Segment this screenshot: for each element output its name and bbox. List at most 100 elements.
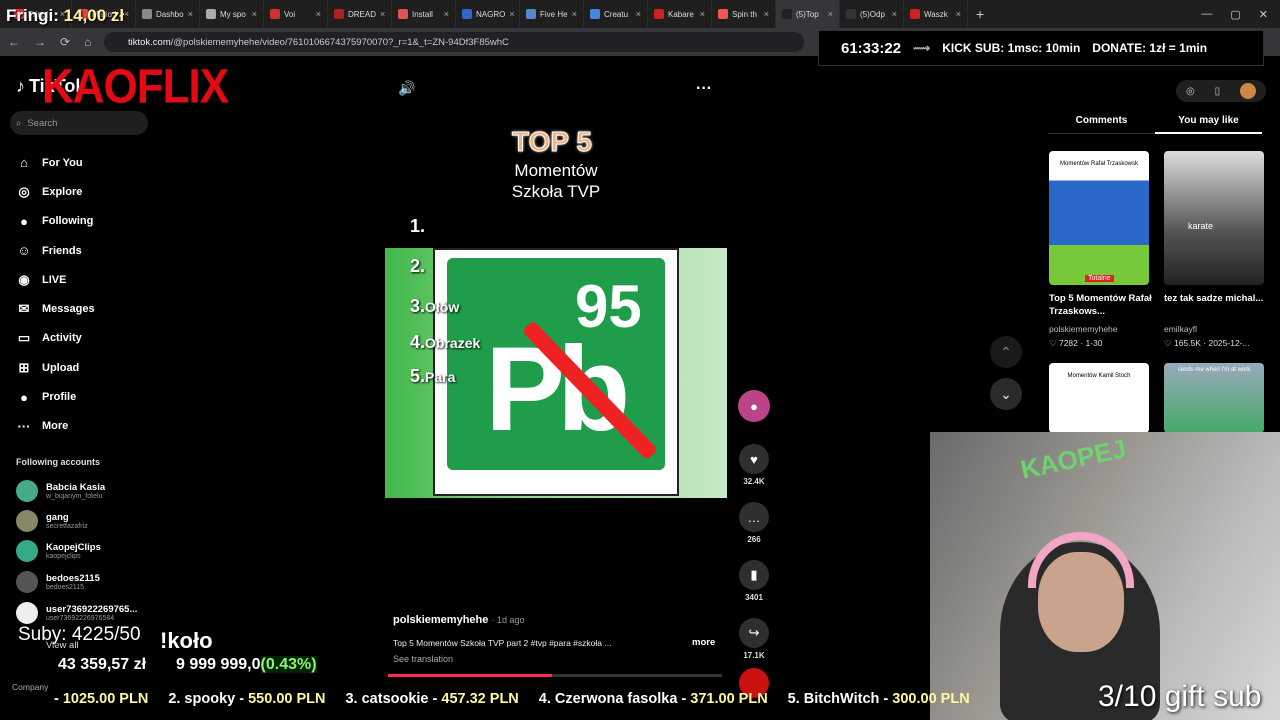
video-author[interactable]: polskiememyhehe · 1d ago <box>393 614 524 626</box>
home-icon[interactable]: ⌂ <box>84 35 91 49</box>
share-button[interactable]: ↪ <box>739 618 769 648</box>
close-tab-icon[interactable]: × <box>572 9 577 19</box>
tab-label: Install <box>412 9 433 19</box>
favicon-icon <box>782 9 792 19</box>
sidebar-item-upload[interactable]: ⊞ Upload <box>16 353 95 382</box>
card-1-user[interactable]: polskiememyhehe <box>1049 324 1118 334</box>
close-tab-icon[interactable]: × <box>764 9 769 19</box>
close-tab-icon[interactable]: × <box>252 9 257 19</box>
back-icon[interactable]: ← <box>8 35 20 49</box>
account-text: gang secretfazafriz <box>46 512 88 530</box>
sidebar-item-activity[interactable]: ▭ Activity <box>16 324 95 353</box>
sidebar-item-friends[interactable]: ☺ Friends <box>16 236 95 265</box>
caption-more-button[interactable]: more <box>692 637 715 648</box>
browser-tab[interactable]: Voi × <box>264 0 328 28</box>
recommended-thumb-4[interactable]: sends me when I'm at work <box>1164 363 1264 433</box>
top5-list-item: 3.Ołów <box>410 296 459 317</box>
browser-tab[interactable]: (5)Odp × <box>840 0 904 28</box>
search-input[interactable]: ⌕ Search <box>10 111 148 135</box>
browser-tab[interactable]: (5)Top × <box>776 0 840 28</box>
browser-tab[interactable]: Five He × <box>520 0 584 28</box>
more-icon: ··· <box>17 418 31 434</box>
close-tab-icon[interactable]: × <box>380 9 385 19</box>
more-options-icon[interactable]: ··· <box>696 80 712 98</box>
browser-tab[interactable]: Spin th × <box>712 0 776 28</box>
author-avatar[interactable]: ● <box>738 390 770 422</box>
sidebar-item-more[interactable]: ··· More <box>16 412 95 441</box>
video-title-sub: Momentów Szkoła TVP <box>500 160 612 202</box>
user-avatar[interactable] <box>1240 83 1257 99</box>
close-tab-icon[interactable]: × <box>700 9 705 19</box>
video-title-top5: TOP 5 <box>512 126 593 158</box>
browser-tab[interactable]: Creatu × <box>584 0 648 28</box>
url-path: /@polskiememyhehe/video/7610106674375970… <box>170 36 509 48</box>
close-tab-icon[interactable]: × <box>188 9 193 19</box>
sidebar-item-explore[interactable]: ◎ Explore <box>16 177 95 206</box>
following-account[interactable]: user736922269765... user7369222697658​4 <box>16 602 137 624</box>
avatar <box>16 540 38 562</box>
close-window-icon[interactable]: ✕ <box>1259 8 1268 21</box>
tab-comments[interactable]: Comments <box>1048 115 1155 134</box>
card-1-title[interactable]: Top 5 Momentów Rafał Trzaskows... <box>1049 292 1159 318</box>
browser-tab[interactable]: Kabare × <box>648 0 712 28</box>
comment-button[interactable]: … <box>739 502 769 532</box>
favicon-icon <box>590 9 600 19</box>
recommended-thumb-1[interactable]: Momentów Rafał Trzaskowsk Totalne <box>1049 151 1149 285</box>
compass-icon[interactable]: ◎ <box>1186 86 1195 97</box>
recommended-thumb-2[interactable]: karate <box>1164 151 1264 285</box>
thumb-3-text: Momentów Kamil Stoch <box>1067 373 1131 379</box>
close-tab-icon[interactable]: × <box>124 9 129 19</box>
browser-tab[interactable]: Install × <box>392 0 456 28</box>
close-tab-icon[interactable]: × <box>509 9 514 19</box>
browser-tab[interactable]: NAGRO × <box>456 0 520 28</box>
browser-tab[interactable]: Dashbo × <box>136 0 200 28</box>
browser-tab[interactable]: Waszk × <box>904 0 968 28</box>
url-bar[interactable]: tiktok.com/@polskiememyhehe/video/761010… <box>104 32 804 52</box>
following-account[interactable]: KaopejClips kaopejclips <box>16 540 101 562</box>
phone-icon[interactable]: ▯ <box>1215 86 1221 97</box>
close-tab-icon[interactable]: × <box>828 9 833 19</box>
browser-tab[interactable]: DREAD × <box>328 0 392 28</box>
following-account[interactable]: bedoes2115 bedoes2115 <box>16 571 100 593</box>
sidebar-item-live[interactable]: ◉ LIVE <box>16 265 95 294</box>
account-name: KaopejClips <box>46 542 101 553</box>
close-tab-icon[interactable]: × <box>316 9 321 19</box>
next-video-button[interactable]: ⌄ <box>990 378 1022 410</box>
close-tab-icon[interactable]: × <box>892 9 897 19</box>
see-translation-link[interactable]: See translation <box>393 654 453 664</box>
maximize-icon[interactable]: ▢ <box>1230 8 1240 21</box>
lead-free-sign: 95 Pb <box>433 248 679 496</box>
like-button[interactable]: ♥ <box>739 444 769 474</box>
minimize-icon[interactable]: — <box>1201 8 1212 21</box>
sidebar-item-for-you[interactable]: ⌂ For You <box>16 148 95 177</box>
gift-icon: ⟿ <box>913 41 931 55</box>
reload-icon[interactable]: ⟳ <box>60 35 70 49</box>
list-number: 5. <box>410 366 426 386</box>
recommended-thumb-3[interactable]: Momentów Kamil Stoch <box>1049 363 1149 433</box>
close-tab-icon[interactable]: × <box>956 9 961 19</box>
favicon-icon <box>334 9 344 19</box>
close-tab-icon[interactable]: × <box>636 9 641 19</box>
volume-icon[interactable]: 🔊 <box>398 80 415 97</box>
like-count: 32.4K <box>743 477 765 486</box>
save-button[interactable]: ▮ <box>739 560 769 590</box>
sidebar-item-following[interactable]: ● Following <box>16 207 95 236</box>
fringi-overlay: Fringi: 14,00 zł <box>6 6 124 26</box>
save-count: 3401 <box>745 593 763 602</box>
following-account[interactable]: gang secretfazafriz <box>16 510 88 532</box>
tab-you-may-like[interactable]: You may like <box>1155 115 1262 134</box>
tab-label: (5)Odp <box>860 9 885 19</box>
sidebar-item-messages[interactable]: ✉ Messages <box>16 294 95 323</box>
sidebar-item-profile[interactable]: ● Profile <box>16 382 95 411</box>
video-progress-bar[interactable] <box>388 674 722 677</box>
upload-icon: ⊞ <box>18 359 30 375</box>
forward-icon[interactable]: → <box>34 35 46 49</box>
card-2-title[interactable]: tez tak sadze michal... <box>1164 292 1274 305</box>
card-2-user[interactable]: emilkayfl <box>1164 324 1197 334</box>
new-tab-button[interactable]: + <box>968 6 992 22</box>
browser-tab[interactable]: My spo × <box>200 0 264 28</box>
close-tab-icon[interactable]: × <box>444 9 449 19</box>
previous-video-button[interactable]: ⌃ <box>990 336 1022 368</box>
window-controls: — ▢ ✕ <box>1201 8 1280 21</box>
following-account[interactable]: Babcia Kasia w_bujanym_fotelu <box>16 480 105 502</box>
